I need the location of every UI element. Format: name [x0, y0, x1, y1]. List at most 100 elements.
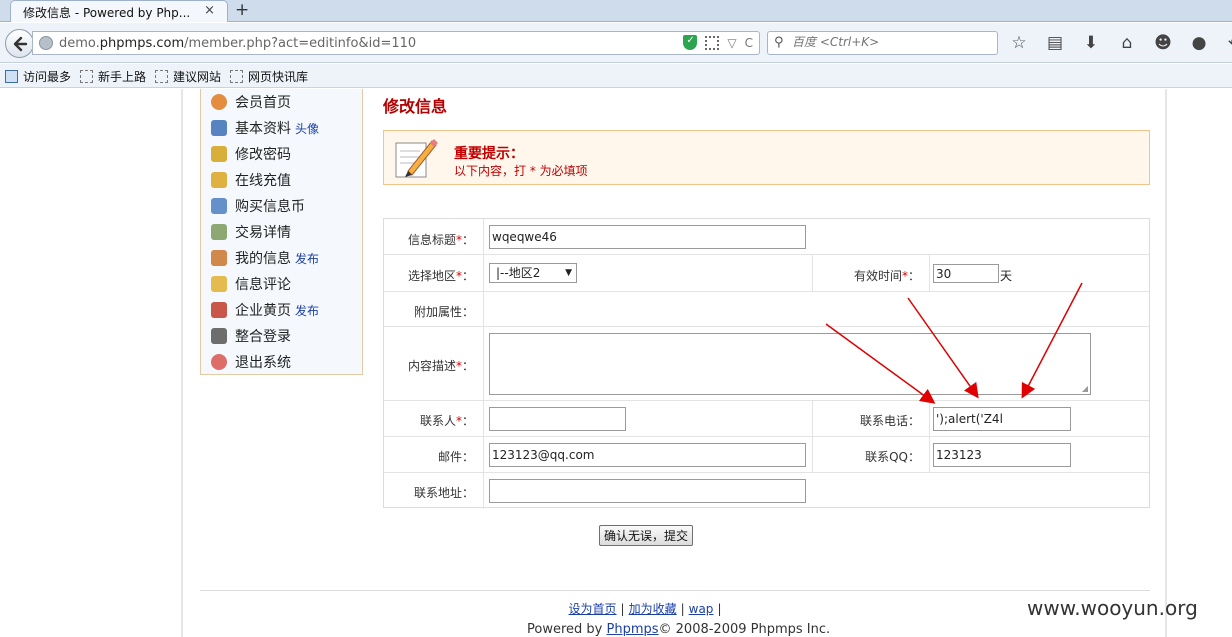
- description-textarea[interactable]: ◢: [489, 333, 1091, 395]
- page-title: 修改信息: [383, 97, 448, 116]
- sidebar-item-sublink[interactable]: 发布: [295, 304, 319, 318]
- sidebar-item[interactable]: 企业黄页 发布: [211, 300, 319, 320]
- description-label: 内容描述*：: [407, 359, 474, 373]
- reload-icon[interactable]: C: [745, 36, 753, 50]
- email-input[interactable]: [489, 443, 806, 467]
- address-input[interactable]: [489, 479, 806, 503]
- coins-icon: [211, 172, 227, 188]
- home-button-icon[interactable]: ⌂: [1116, 32, 1138, 54]
- area-label: 选择地区*：: [407, 269, 474, 283]
- sidebar-item-label: 企业黄页: [235, 303, 291, 319]
- comment-icon[interactable]: ●: [1188, 32, 1210, 54]
- new-tab-button[interactable]: +: [235, 0, 249, 20]
- valid-time-input[interactable]: [933, 264, 999, 283]
- column-divider: [483, 219, 484, 509]
- attributes-label: 附加属性：: [413, 305, 474, 319]
- page-border-left: [181, 89, 183, 637]
- submit-button[interactable]: 确认无误，提交: [599, 525, 693, 546]
- area-select[interactable]: |--地区2 ▼: [489, 263, 577, 283]
- contact-label: 联系人*：: [419, 414, 474, 428]
- monitor-icon: [211, 198, 227, 214]
- bookmark-web-slices[interactable]: 网页快讯库: [230, 68, 308, 85]
- navigation-toolbar: demo.phpmps.com/member.php?act=editinfo&…: [0, 23, 1232, 63]
- sidebar-item-label: 整合登录: [235, 329, 291, 345]
- sidebar-item-label: 信息评论: [235, 277, 291, 293]
- bookmark-icon: [80, 70, 93, 83]
- download-icon[interactable]: ⬇: [1080, 32, 1102, 54]
- tab-title: 修改信息 - Powered by Php...: [23, 6, 191, 20]
- sidebar-item[interactable]: 退出系统: [211, 352, 291, 372]
- sidebar-item[interactable]: 会员首页: [211, 92, 291, 112]
- phone-label: 联系电话：: [859, 414, 920, 428]
- bookmark-getting-started[interactable]: 新手上路: [80, 68, 146, 85]
- wap-link[interactable]: wap: [689, 602, 714, 616]
- back-arrow-icon: [13, 36, 28, 52]
- title-input[interactable]: [489, 225, 806, 249]
- back-button[interactable]: [5, 29, 34, 58]
- sidebar-item[interactable]: 我的信息 发布: [211, 248, 319, 268]
- sidebar-item[interactable]: 在线充值: [211, 170, 291, 190]
- address-label: 联系地址：: [413, 486, 474, 500]
- person-icon: [211, 302, 227, 318]
- address-bar-icons: ▽ C: [683, 35, 753, 50]
- bookmark-most-visited[interactable]: 访问最多: [5, 68, 71, 85]
- sidebar-item[interactable]: 信息评论: [211, 274, 291, 294]
- qq-label: 联系QQ：: [865, 450, 920, 464]
- qq-input[interactable]: [933, 443, 1071, 467]
- home-icon: [211, 94, 227, 110]
- phpmps-link[interactable]: Phpmps: [606, 622, 658, 637]
- email-label: 邮件：: [437, 450, 474, 464]
- sidebar-item[interactable]: 交易详情: [211, 222, 291, 242]
- toolbar-icons: ☆ ▤ ⬇ ⌂ ☻ ● ↶: [1008, 32, 1232, 54]
- sidebar-item-label: 退出系统: [235, 355, 291, 371]
- undo-icon[interactable]: ↶: [1224, 32, 1232, 54]
- bookmarks-menu-icon[interactable]: ▤: [1044, 32, 1066, 54]
- bookmark-star-icon[interactable]: ☆: [1008, 32, 1030, 54]
- resize-grip-icon[interactable]: ◢: [1082, 384, 1088, 393]
- add-favorite-link[interactable]: 加为收藏: [629, 602, 677, 616]
- column-divider: [812, 400, 813, 472]
- edit-icon: [211, 250, 227, 266]
- row-divider: [384, 291, 1149, 292]
- sidebar-item[interactable]: 整合登录: [211, 326, 291, 346]
- bookmarks-bar: 访问最多 新手上路 建议网站 网页快讯库: [0, 64, 1232, 88]
- sidebar-item-label: 修改密码: [235, 147, 291, 163]
- sidebar-item-label: 基本资料: [235, 121, 291, 137]
- sidebar-item[interactable]: 修改密码: [211, 144, 291, 164]
- watermark: www.wooyun.org: [1027, 596, 1198, 620]
- sidebar-item[interactable]: 基本资料 头像: [211, 118, 319, 138]
- sidebar-item-label: 购买信息币: [235, 199, 305, 215]
- sidebar-item-sublink[interactable]: 发布: [295, 252, 319, 266]
- sidebar-item-label: 我的信息: [235, 251, 291, 267]
- exit-icon: [211, 354, 227, 370]
- browser-tab[interactable]: 修改信息 - Powered by Php... ×: [10, 0, 228, 22]
- member-sidebar: 会员首页 基本资料 头像 修改密码 在线充值 购买信息币 交易详情 我的信息 发布 信息评论 企业黄…: [200, 89, 363, 375]
- valid-time-unit: 天: [1000, 269, 1013, 283]
- notice-text: 以下内容，打 * 为必填项: [454, 164, 588, 178]
- column-divider: [929, 400, 930, 472]
- notice-box: 重要提示： 以下内容，打 * 为必填项: [383, 130, 1150, 185]
- sidebar-item[interactable]: 购买信息币: [211, 196, 305, 216]
- key-icon: [211, 146, 227, 162]
- tab-strip: 修改信息 - Powered by Php... × +: [0, 0, 1232, 22]
- url-dropdown-icon[interactable]: ▽: [727, 36, 736, 50]
- chat-icon[interactable]: ☻: [1152, 32, 1174, 54]
- close-tab-icon[interactable]: ×: [204, 3, 215, 18]
- shield-icon[interactable]: [683, 35, 698, 50]
- pencil-icon: [395, 139, 438, 178]
- contact-input[interactable]: [489, 407, 626, 431]
- bookmark-suggested-sites[interactable]: 建议网站: [155, 68, 221, 85]
- title-label: 信息标题*：: [407, 233, 474, 247]
- address-bar[interactable]: demo.phpmps.com/member.php?act=editinfo&…: [32, 31, 760, 55]
- search-input[interactable]: [792, 35, 992, 49]
- set-homepage-link[interactable]: 设为首页: [569, 602, 617, 616]
- sidebar-item-label: 会员首页: [235, 95, 291, 111]
- list-icon: [211, 224, 227, 240]
- url-text[interactable]: demo.phpmps.com/member.php?act=editinfo&…: [59, 36, 416, 51]
- search-box[interactable]: ⚲: [767, 31, 998, 55]
- qr-code-icon[interactable]: [705, 35, 720, 50]
- phone-input[interactable]: [933, 407, 1071, 431]
- sidebar-item-sublink[interactable]: 头像: [295, 122, 319, 136]
- bookmark-icon: [5, 70, 18, 83]
- copyright: Powered by Phpmps© 2008-2009 Phpmps Inc.: [527, 622, 831, 637]
